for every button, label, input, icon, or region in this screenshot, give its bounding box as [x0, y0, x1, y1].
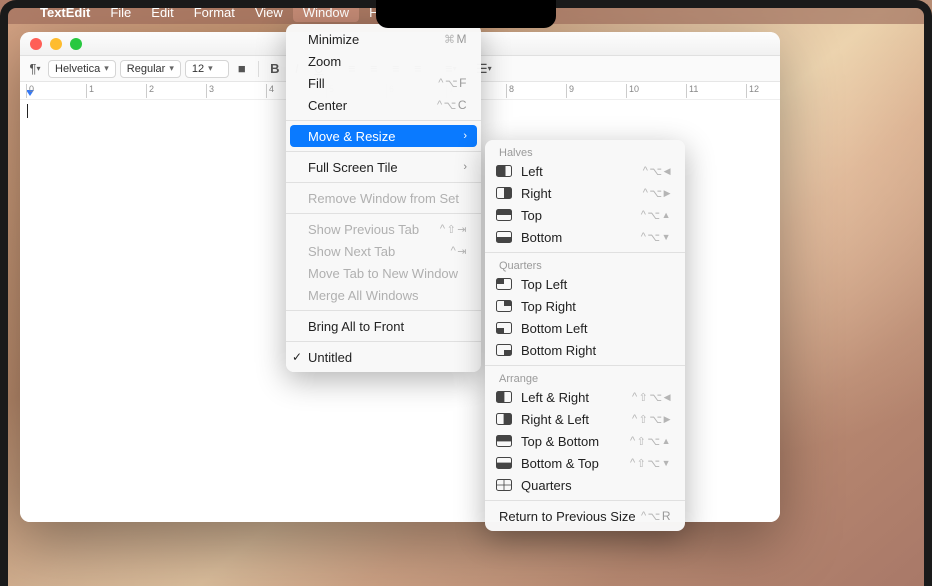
menu-item-untitled[interactable]: ✓Untitled [286, 346, 481, 368]
shortcut-label: ^⌥F [438, 76, 467, 90]
shortcut-label: ^⌥▶ [643, 187, 671, 200]
menu-view[interactable]: View [245, 3, 293, 22]
ruler-tick: 2 [146, 84, 154, 98]
submenu-item-top-bottom[interactable]: Top & Bottom^⇧⌥▲ [485, 430, 685, 452]
font-family-select[interactable]: Helvetica▾ [48, 60, 116, 78]
quarters-icon [495, 478, 513, 492]
shortcut-label: ⌘M [444, 32, 467, 46]
menu-item-zoom[interactable]: Zoom [286, 50, 481, 72]
font-size-select[interactable]: 12▾ [185, 60, 229, 78]
window-menu-dropdown: Minimize⌘MZoomFill^⌥FCenter^⌥C Move & Res… [286, 24, 481, 372]
menu-item-move-resize[interactable]: Move & Resize› [290, 125, 477, 147]
shortcut-label: ^⇧⌥▶ [632, 413, 671, 426]
chevron-right-icon: › [463, 130, 467, 142]
minimize-button[interactable] [50, 38, 62, 50]
app-menu-textedit[interactable]: TextEdit [30, 3, 100, 22]
shortcut-label: ^⇧⇥ [440, 223, 467, 236]
shortcut-label: ^⇧⌥◀ [632, 391, 671, 404]
shortcut-label: ^⌥▲ [641, 209, 671, 222]
close-button[interactable] [30, 38, 42, 50]
traffic-lights [30, 38, 82, 50]
ruler-tick: 3 [206, 84, 214, 98]
menu-item-show-next-tab: Show Next Tab^⇥ [286, 240, 481, 262]
menu-format[interactable]: Format [184, 3, 245, 22]
maximize-button[interactable] [70, 38, 82, 50]
bold-icon[interactable]: B [266, 60, 284, 78]
font-weight-label: Regular [127, 63, 166, 75]
submenu-item-top-right[interactable]: Top Right [485, 295, 685, 317]
menu-item-merge-all-windows: Merge All Windows [286, 284, 481, 306]
ruler-tick: 10 [626, 84, 639, 98]
half-bottom-icon [495, 230, 513, 244]
font-family-label: Helvetica [55, 63, 100, 75]
font-size-label: 12 [192, 63, 204, 75]
submenu-item-return-to-previous-size[interactable]: Return to Previous Size^⌥R [485, 505, 685, 527]
submenu-item-bottom[interactable]: Bottom^⌥▼ [485, 226, 685, 248]
ruler-tick: 11 [686, 84, 698, 98]
arr-lr-icon [495, 390, 513, 404]
menu-item-fill[interactable]: Fill^⌥F [286, 72, 481, 94]
menu-item-full-screen-tile[interactable]: Full Screen Tile› [286, 156, 481, 178]
half-right-icon [495, 186, 513, 200]
submenu-item-top-left[interactable]: Top Left [485, 273, 685, 295]
chevron-right-icon: › [463, 161, 467, 173]
menu-edit[interactable]: Edit [141, 3, 183, 22]
submenu-section-halves: Halves [485, 144, 685, 160]
submenu-item-right-left[interactable]: Right & Left^⇧⌥▶ [485, 408, 685, 430]
submenu-item-quarters[interactable]: Quarters [485, 474, 685, 496]
submenu-section-arrange: Arrange [485, 370, 685, 386]
submenu-item-top[interactable]: Top^⌥▲ [485, 204, 685, 226]
submenu-item-bottom-left[interactable]: Bottom Left [485, 317, 685, 339]
half-left-icon [495, 164, 513, 178]
submenu-item-bottom-right[interactable]: Bottom Right [485, 339, 685, 361]
ruler-tick: 9 [566, 84, 574, 98]
text-cursor [27, 104, 28, 118]
submenu-item-left[interactable]: Left^⌥◀ [485, 160, 685, 182]
ruler-tick: 0 [26, 84, 34, 98]
submenu-section-quarters: Quarters [485, 257, 685, 273]
ruler-tick: 12 [746, 84, 759, 98]
menu-item-bring-all-to-front[interactable]: Bring All to Front [286, 315, 481, 337]
menu-file[interactable]: File [100, 3, 141, 22]
menu-item-remove-window-from-set: Remove Window from Set [286, 187, 481, 209]
shortcut-label: ^⌥◀ [643, 165, 671, 178]
shortcut-label: ^⇧⌥▲ [630, 435, 671, 448]
check-icon: ✓ [292, 350, 302, 364]
menu-window[interactable]: Window [293, 3, 359, 22]
text-color-icon[interactable]: ■ [233, 60, 251, 78]
submenu-item-bottom-top[interactable]: Bottom & Top^⇧⌥▼ [485, 452, 685, 474]
move-resize-submenu: HalvesLeft^⌥◀Right^⌥▶Top^⌥▲Bottom^⌥▼ Quar… [485, 140, 685, 531]
shortcut-label: ^⇥ [451, 245, 467, 258]
q-bl-icon [495, 321, 513, 335]
shortcut-label: ^⇧⌥▼ [630, 457, 671, 470]
font-weight-select[interactable]: Regular▾ [120, 60, 181, 78]
display-notch [376, 0, 556, 28]
menu-item-show-previous-tab: Show Previous Tab^⇧⇥ [286, 218, 481, 240]
arr-bt-icon [495, 456, 513, 470]
ruler-tick: 8 [506, 84, 514, 98]
arr-tb-icon [495, 434, 513, 448]
q-br-icon [495, 343, 513, 357]
half-top-icon [495, 208, 513, 222]
ruler-tick: 4 [266, 84, 274, 98]
menu-item-center[interactable]: Center^⌥C [286, 94, 481, 116]
submenu-item-right[interactable]: Right^⌥▶ [485, 182, 685, 204]
menu-item-move-tab-to-new-window: Move Tab to New Window [286, 262, 481, 284]
q-tl-icon [495, 277, 513, 291]
shortcut-label: ^⌥R [641, 509, 671, 523]
submenu-item-left-right[interactable]: Left & Right^⇧⌥◀ [485, 386, 685, 408]
shortcut-label: ^⌥C [437, 98, 467, 112]
menu-item-minimize[interactable]: Minimize⌘M [286, 28, 481, 50]
arr-rl-icon [495, 412, 513, 426]
ruler-tick: 1 [86, 84, 94, 98]
paragraph-style-icon[interactable]: ¶▾ [26, 60, 44, 78]
q-tr-icon [495, 299, 513, 313]
shortcut-label: ^⌥▼ [641, 231, 671, 244]
